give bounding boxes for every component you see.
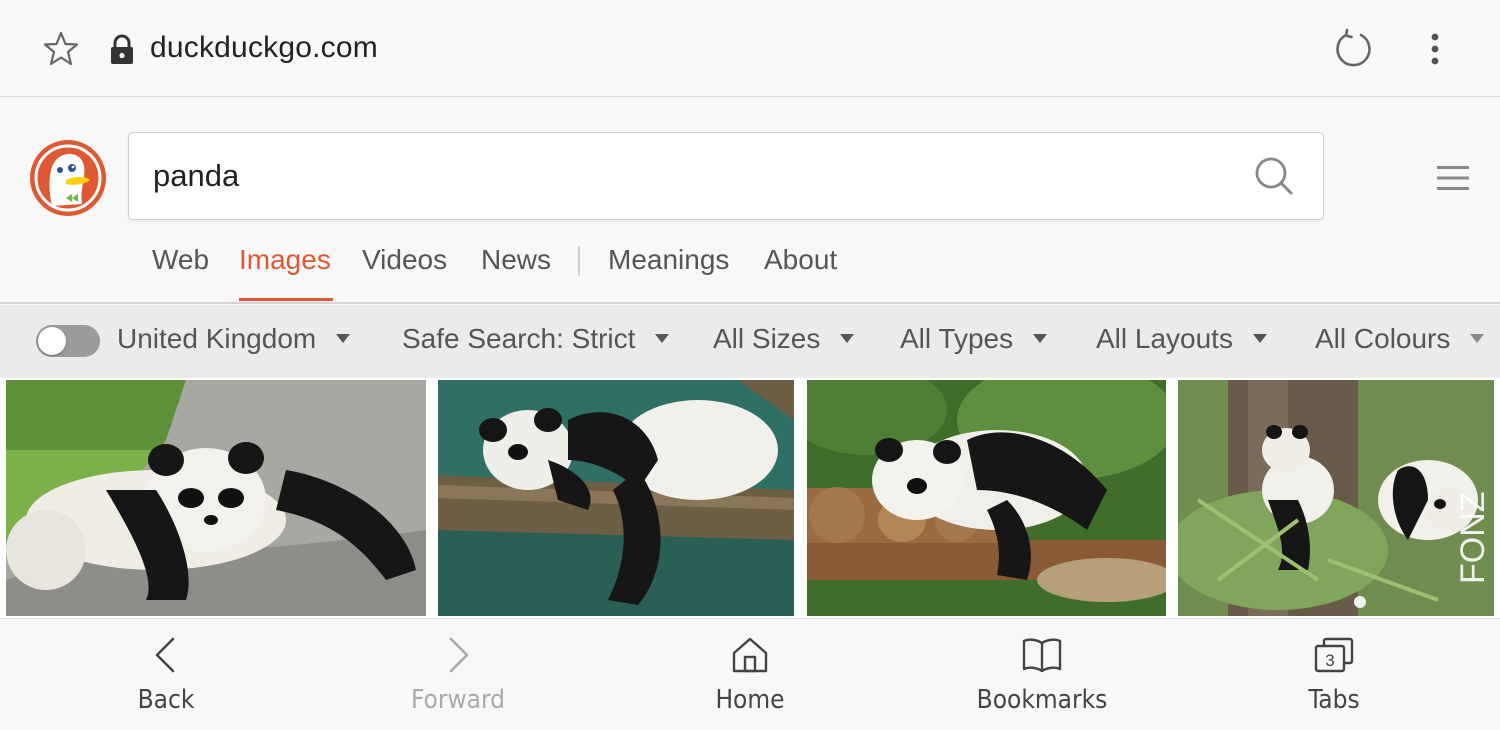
bookmarks-button[interactable]: Bookmarks <box>942 619 1142 730</box>
back-label: Back <box>137 685 195 715</box>
active-tab-indicator <box>239 298 333 301</box>
caret-down-icon <box>1033 334 1048 344</box>
tab-news[interactable]: News <box>481 244 551 276</box>
chevron-left-icon <box>155 637 175 673</box>
tab-videos[interactable]: Videos <box>362 244 447 276</box>
tabs-label: Tabs <box>1308 685 1360 715</box>
lock-icon <box>111 34 133 64</box>
duckduckgo-logo[interactable] <box>28 138 108 218</box>
tabs-icon: 3 <box>1314 637 1354 673</box>
tab-web[interactable]: Web <box>152 244 209 276</box>
tabs-button[interactable]: 3 Tabs <box>1234 619 1434 730</box>
image-result[interactable] <box>438 380 794 616</box>
forward-label: Forward <box>411 685 505 715</box>
image-result[interactable]: FONZ <box>1178 380 1494 616</box>
caret-down-icon <box>655 334 670 344</box>
search-header: Web Images Videos News Meanings About <box>0 98 1500 304</box>
search-input[interactable] <box>153 158 1153 194</box>
home-button[interactable]: Home <box>650 619 850 730</box>
bookmarks-label: Bookmarks <box>976 685 1108 715</box>
star-outline-icon[interactable] <box>42 30 80 68</box>
filter-types[interactable]: All Types <box>900 323 1048 355</box>
filter-types-label: All Types <box>900 323 1014 354</box>
filter-region-label: United Kingdom <box>117 323 317 354</box>
address-bar: duckduckgo.com <box>0 0 1500 97</box>
panda-on-branch-photo <box>438 380 794 616</box>
back-button[interactable]: Back <box>66 619 266 730</box>
filter-layouts-label: All Layouts <box>1096 323 1233 354</box>
browser-page: duckduckgo.com panda Web Images Videos N… <box>0 0 1500 730</box>
reload-icon[interactable] <box>1333 28 1375 70</box>
region-toggle[interactable] <box>36 325 100 357</box>
filter-colours[interactable]: All Colours <box>1315 323 1485 355</box>
filter-safe-search-label: Safe Search: Strict <box>402 323 636 354</box>
filter-bar: United Kingdom Safe Search: Strict All S… <box>0 305 1500 378</box>
panda-on-logs-photo <box>807 380 1166 616</box>
forward-button[interactable]: Forward <box>358 619 558 730</box>
pandas-bamboo-photo: FONZ <box>1178 380 1494 616</box>
book-icon <box>1022 638 1062 673</box>
filter-region[interactable]: United Kingdom <box>117 323 351 355</box>
filter-safe-search[interactable]: Safe Search: Strict <box>402 323 670 355</box>
tab-meanings[interactable]: Meanings <box>608 244 729 276</box>
search-box[interactable] <box>128 132 1324 220</box>
caret-down-icon <box>1252 334 1267 344</box>
toggle-knob <box>38 327 66 355</box>
tab-divider <box>578 246 580 276</box>
watermark-text: FONZ <box>1454 491 1492 584</box>
image-result[interactable] <box>6 380 426 616</box>
home-icon <box>732 637 768 673</box>
image-results: FONZ <box>0 378 1500 618</box>
tab-images[interactable]: Images <box>239 244 331 276</box>
hamburger-icon[interactable] <box>1436 164 1470 192</box>
filter-colours-label: All Colours <box>1315 323 1451 354</box>
chevron-right-icon <box>449 637 469 673</box>
panda-on-rock-photo <box>6 380 426 616</box>
url-text[interactable]: duckduckgo.com <box>150 31 378 65</box>
filter-sizes[interactable]: All Sizes <box>713 323 855 355</box>
bottom-navigation: Back Forward Home Bookmarks 3 Tabs <box>0 618 1500 730</box>
caret-down-icon <box>336 334 351 344</box>
search-icon[interactable] <box>1253 155 1295 197</box>
home-label: Home <box>715 685 785 715</box>
caret-down-icon <box>1470 334 1485 344</box>
filter-sizes-label: All Sizes <box>713 323 821 354</box>
caret-down-icon <box>840 334 855 344</box>
filter-layouts[interactable]: All Layouts <box>1096 323 1267 355</box>
tab-about[interactable]: About <box>764 244 837 276</box>
image-result[interactable] <box>807 380 1166 616</box>
vertical-dots-icon[interactable] <box>1424 30 1446 70</box>
tabs-count: 3 <box>1325 651 1334 670</box>
